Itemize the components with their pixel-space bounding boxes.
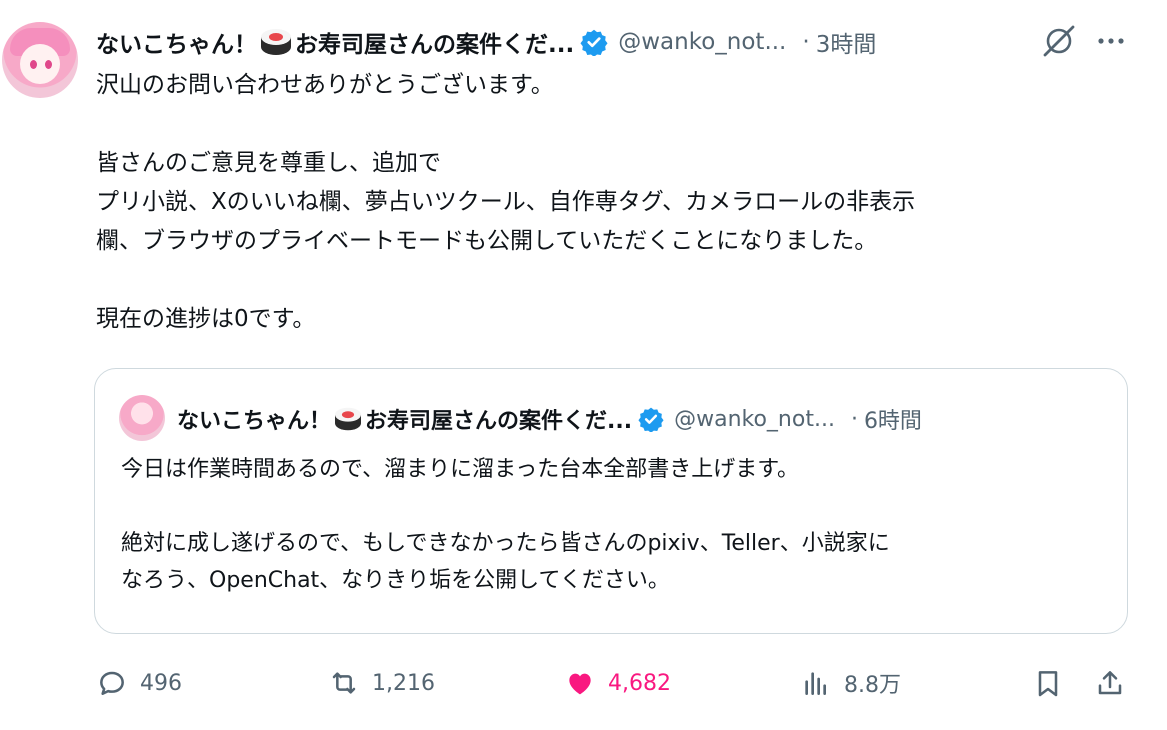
more-icon[interactable] [1094, 26, 1128, 56]
quote-line: 絶対に成し遂げるので、もしできなかったら皆さんのpixiv、Teller、小説家… [121, 531, 890, 556]
author-name-rest[interactable]: お寿司屋さんの案件くだ... [295, 25, 574, 59]
quote-author-name: ないこちゃん！ [177, 409, 332, 434]
post-body: 沢山のお問い合わせありがとうございます。 皆さんのご意見を尊重し、追加で プリ小… [96, 66, 1136, 339]
quote-handle: @wanko_not... [674, 406, 835, 432]
quote-line: なろう、OpenChat、なりきり垢を公開してください。 [121, 568, 670, 593]
author-handle[interactable]: @wanko_not... [618, 29, 786, 55]
verified-badge-icon [638, 407, 664, 432]
like-icon [569, 673, 591, 695]
post-line [96, 105, 1136, 144]
quote-avatar[interactable] [119, 395, 165, 441]
quote-line: 今日は作業時間あるので、溜まりに溜まった台本全部書き上げます。 [121, 457, 800, 482]
quote-header: ないこちゃん！ お寿司屋さんの案件くだ... @wanko_not... · 6… [177, 399, 922, 439]
post-line: プリ小説、Xのいいね欄、夢占いツクール、自作専タグ、カメラロールの非表示 [96, 189, 916, 215]
post-line [96, 261, 1136, 300]
bookmark-icon [1038, 671, 1058, 697]
repost-count: 1,216 [372, 670, 435, 696]
bookmark-button[interactable] [1032, 660, 1064, 706]
quote-author-name-rest: お寿司屋さんの案件くだ... [365, 409, 633, 434]
reply-count: 496 [140, 670, 182, 696]
grok-icon[interactable] [1040, 22, 1078, 60]
views-count: 8.8万 [844, 673, 901, 698]
author-name[interactable]: ないこちゃん！ [96, 25, 257, 59]
separator-dot: · [850, 406, 858, 432]
views-button[interactable]: 8.8万 [800, 660, 901, 706]
post-time[interactable]: 3時間 [816, 25, 877, 59]
avatar[interactable] [2, 22, 78, 98]
post-line: 沢山のお問い合わせありがとうございます。 [96, 72, 554, 98]
like-button[interactable]: 4,682 [564, 660, 671, 706]
quote-line [121, 488, 1111, 525]
reply-icon [100, 671, 124, 695]
quoted-post[interactable]: ないこちゃん！ お寿司屋さんの案件くだ... @wanko_not... · 6… [94, 368, 1128, 634]
post[interactable]: ないこちゃん！ お寿司屋さんの案件くだ... @wanko_not... · 3… [0, 0, 1167, 730]
verified-badge-icon [580, 29, 608, 56]
views-icon [805, 672, 826, 695]
post-line: 皆さんのご意見を尊重し、追加で [96, 150, 441, 176]
post-header: ないこちゃん！ お寿司屋さんの案件くだ... @wanko_not... · 3… [96, 20, 1156, 64]
reply-button[interactable]: 496 [96, 660, 182, 706]
share-button[interactable] [1094, 660, 1126, 706]
post-line: 欄、ブラウザのプライベートモードも公開していただくことになりました。 [96, 228, 878, 254]
action-bar: 496 1,216 4,682 8.8万 [96, 660, 1136, 706]
separator-dot: · [802, 29, 810, 55]
sushi-icon [335, 407, 362, 431]
post-line: 現在の進捗は0です。 [96, 306, 316, 332]
repost-icon [332, 672, 356, 694]
quote-body: 今日は作業時間あるので、溜まりに溜まった台本全部書き上げます。 絶対に成し遂げる… [121, 451, 1111, 599]
sushi-icon [261, 29, 291, 55]
repost-button[interactable]: 1,216 [328, 660, 435, 706]
quote-time: 6時間 [863, 409, 922, 434]
like-count: 4,682 [608, 670, 671, 696]
share-icon [1098, 671, 1122, 695]
